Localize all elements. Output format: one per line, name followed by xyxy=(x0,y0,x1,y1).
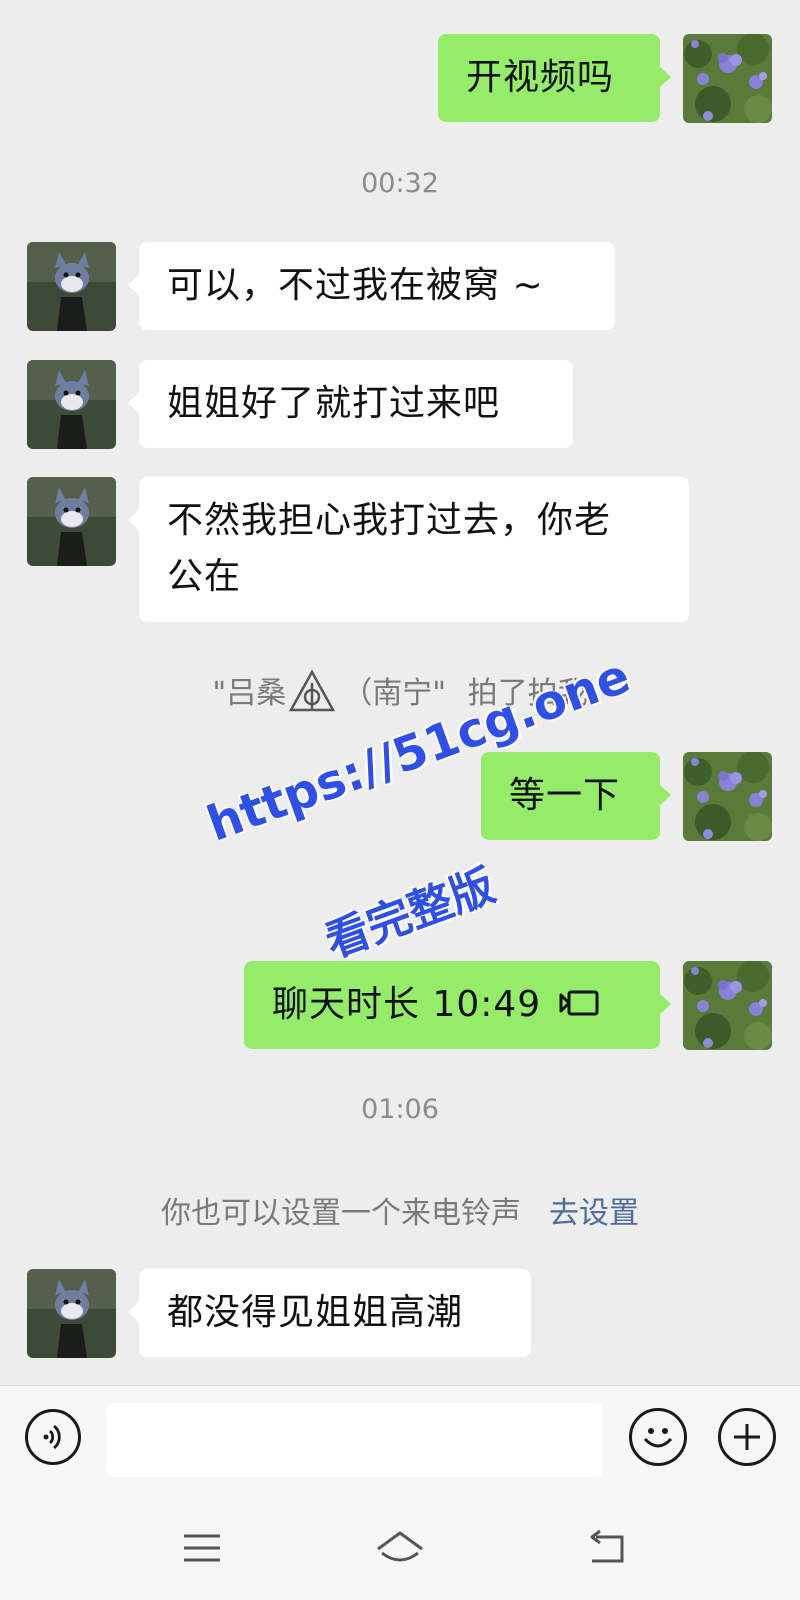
system-nav-bar xyxy=(0,1493,800,1600)
message-text-line: 公在 xyxy=(167,556,242,597)
menu-icon xyxy=(184,1534,220,1562)
message-text-line: 不然我担心我打过去，你老 xyxy=(167,500,612,541)
video-call-record-bubble[interactable]: 聊天时长 10:49 xyxy=(244,961,671,1049)
message-text: 姐姐好了就打过来吧 xyxy=(167,383,501,424)
voice-button[interactable] xyxy=(25,1409,81,1465)
message-bubble-received[interactable]: 姐姐好了就打过来吧 xyxy=(128,360,573,448)
tip-text: 你也可以设置一个来电铃声 xyxy=(161,1196,521,1231)
my-avatar[interactable] xyxy=(683,961,772,1050)
go-settings-link[interactable]: 去设置 xyxy=(549,1196,639,1231)
my-avatar[interactable] xyxy=(683,752,772,841)
home-button[interactable] xyxy=(370,1523,430,1573)
contact-avatar[interactable] xyxy=(27,477,116,566)
video-call-icon xyxy=(559,990,599,1016)
timestamp: 00:32 xyxy=(361,168,439,199)
triangle-symbol-icon xyxy=(289,668,336,711)
message-bubble-received[interactable]: 不然我担心我打过去，你老 公在 xyxy=(128,477,689,622)
message-bubble-received[interactable]: 可以，不过我在被窝 ~ xyxy=(128,242,615,330)
message-bubble-sent[interactable]: 等一下 xyxy=(481,752,671,840)
message-bubble-received[interactable]: 都没得见姐姐高潮 xyxy=(128,1269,531,1357)
system-pat-notice: "吕桑 （南宁" 拍了拍我 xyxy=(0,668,800,713)
my-avatar[interactable] xyxy=(683,34,772,123)
message-text: 等一下 xyxy=(509,775,621,816)
message-text: 开视频吗 xyxy=(466,57,615,98)
message-bubble-sent[interactable]: 开视频吗 xyxy=(438,34,671,122)
home-icon xyxy=(377,1531,423,1562)
plus-icon xyxy=(734,1424,760,1450)
emoji-icon xyxy=(643,1428,673,1448)
menu-button[interactable] xyxy=(172,1523,232,1573)
message-text: 都没得见姐姐高潮 xyxy=(167,1292,464,1333)
contact-avatar[interactable] xyxy=(27,360,116,449)
more-button[interactable] xyxy=(718,1408,776,1466)
emoji-button[interactable] xyxy=(629,1408,687,1466)
pat-name-text: "吕桑 xyxy=(212,676,287,711)
contact-avatar[interactable] xyxy=(27,1269,116,1358)
message-input[interactable] xyxy=(107,1403,603,1477)
message-text: 可以，不过我在被窝 ~ xyxy=(167,265,544,306)
call-duration-text: 聊天时长 10:49 xyxy=(272,984,542,1025)
chat-area[interactable]: 开视频吗 00:32 可以，不过我在被窝 ~ 姐姐好了就打过来吧 不然我担心我打… xyxy=(0,0,800,1385)
pat-action-text: 拍了拍我 xyxy=(467,676,588,711)
system-ringtone-tip: 你也可以设置一个来电铃声 去设置 xyxy=(0,1188,800,1232)
back-button[interactable] xyxy=(580,1523,640,1573)
watermark-caption: 看完整版 xyxy=(318,860,502,969)
timestamp: 01:06 xyxy=(361,1094,439,1125)
back-icon xyxy=(590,1529,624,1563)
contact-avatar[interactable] xyxy=(27,242,116,331)
pat-location-text: （南宁" xyxy=(342,676,447,711)
voice-icon xyxy=(43,1424,61,1450)
input-bar xyxy=(0,1385,800,1494)
